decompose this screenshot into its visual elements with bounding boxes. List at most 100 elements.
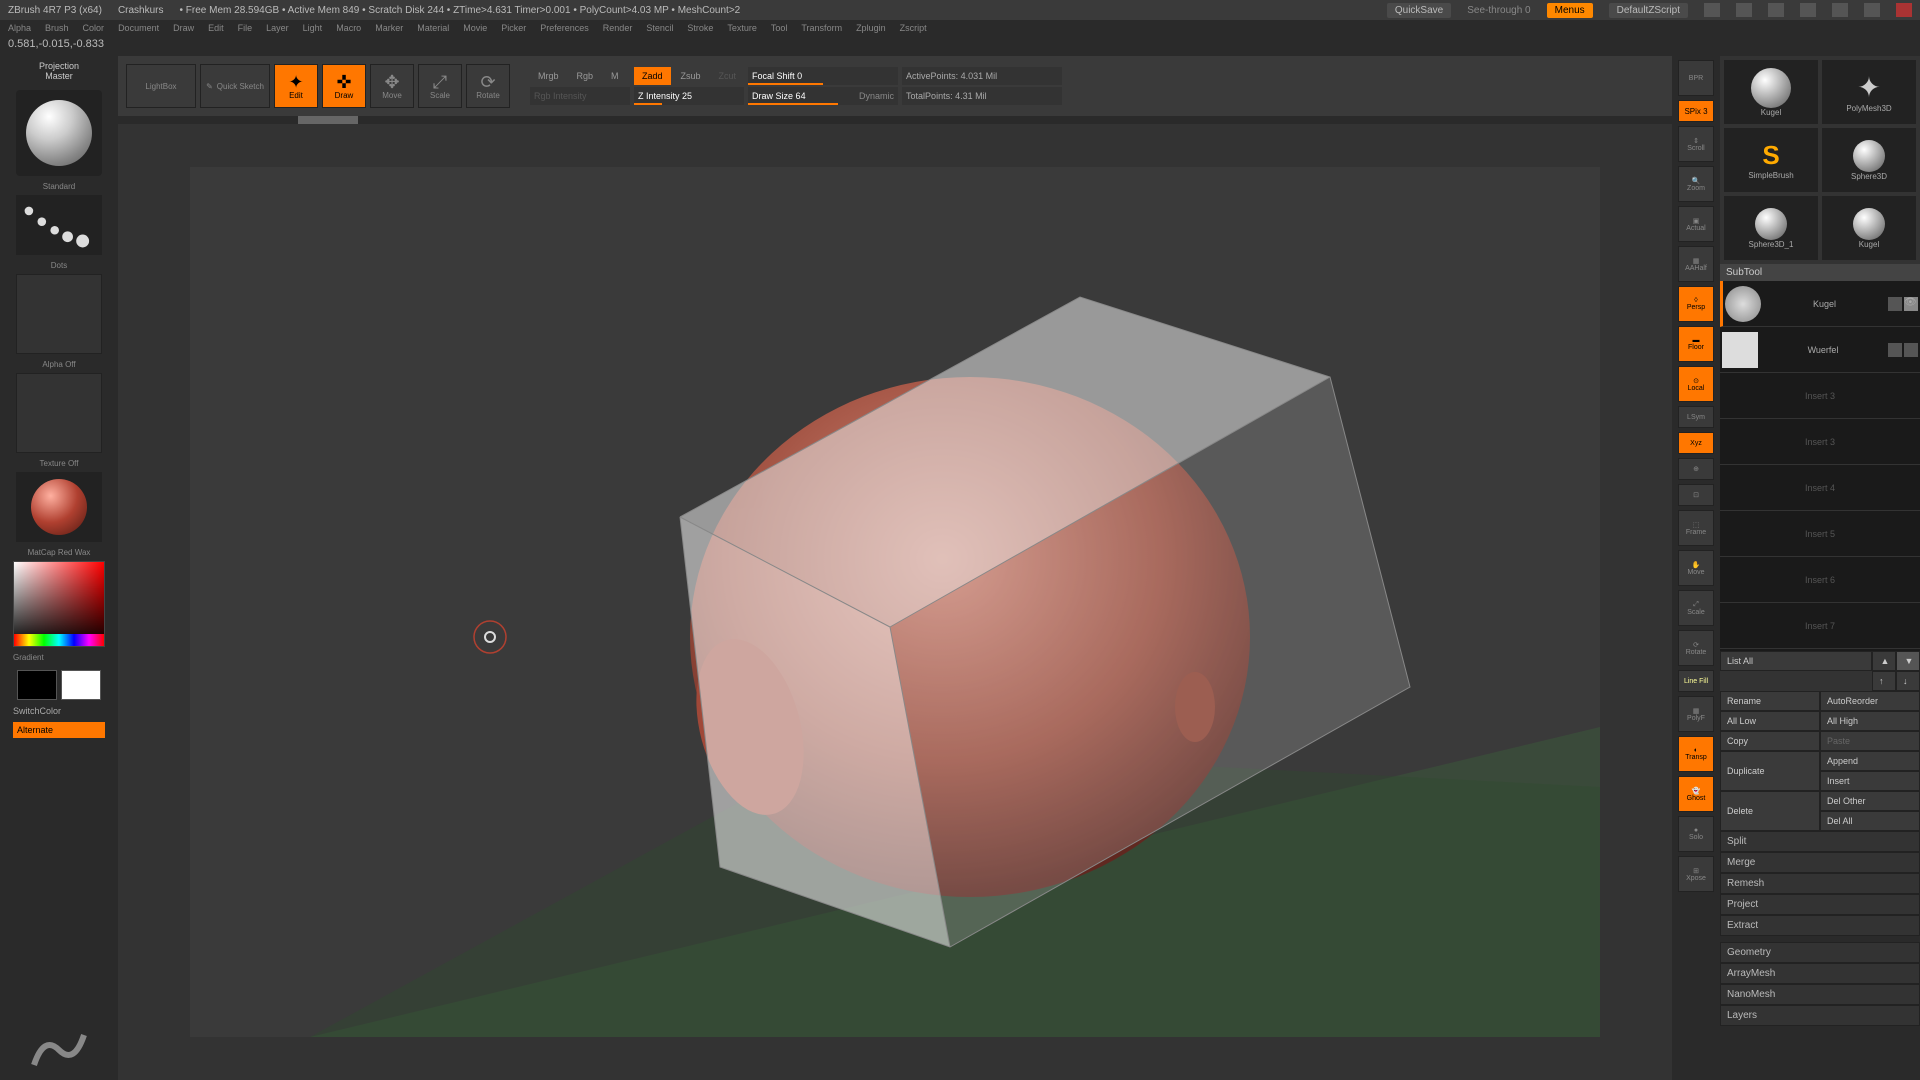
nav-rotate-button[interactable]: ⟳Rotate xyxy=(1678,630,1714,666)
rgb-intensity-slider[interactable]: Rgb Intensity xyxy=(530,87,630,105)
color-picker[interactable] xyxy=(13,561,105,647)
append-button[interactable]: Append xyxy=(1820,751,1920,771)
persp-button[interactable]: ◊Persp xyxy=(1678,286,1714,322)
delall-button[interactable]: Del All xyxy=(1820,811,1920,831)
zcut-button[interactable]: Zcut xyxy=(711,67,745,85)
gradient-label[interactable]: Gradient xyxy=(13,653,105,662)
menu-zplugin[interactable]: Zplugin xyxy=(856,23,886,33)
swatch-primary[interactable] xyxy=(61,670,101,700)
menu-tool[interactable]: Tool xyxy=(771,23,788,33)
layers-section[interactable]: Layers xyxy=(1720,1005,1920,1026)
quicksketch-button[interactable]: ✎Quick Sketch xyxy=(200,64,270,108)
menu-material[interactable]: Material xyxy=(417,23,449,33)
menu-macro[interactable]: Macro xyxy=(336,23,361,33)
zoom-button[interactable]: 🔍Zoom xyxy=(1678,166,1714,202)
subtool-empty[interactable]: Insert 4 xyxy=(1720,465,1920,511)
maximize-button[interactable] xyxy=(1864,3,1880,17)
paste-button[interactable]: Paste xyxy=(1820,731,1920,751)
menu-render[interactable]: Render xyxy=(603,23,633,33)
delother-button[interactable]: Del Other xyxy=(1820,791,1920,811)
bpr-button[interactable]: BPR xyxy=(1678,60,1714,96)
m-button[interactable]: M xyxy=(603,67,627,85)
menu-picker[interactable]: Picker xyxy=(501,23,526,33)
solo-button[interactable]: ●Solo xyxy=(1678,816,1714,852)
split-section[interactable]: Split xyxy=(1720,831,1920,852)
menu-light[interactable]: Light xyxy=(303,23,323,33)
tool-kugel-2[interactable]: Kugel xyxy=(1822,196,1916,260)
spix-slider[interactable]: SPix 3 xyxy=(1678,100,1714,122)
minimize-button[interactable] xyxy=(1832,3,1848,17)
alllow-button[interactable]: All Low xyxy=(1720,711,1820,731)
zadd-button[interactable]: Zadd xyxy=(634,67,671,85)
texture-selector[interactable] xyxy=(16,373,102,453)
subtool-kugel[interactable]: Kugel 👁 xyxy=(1720,281,1920,327)
subtool-empty[interactable]: Insert 6 xyxy=(1720,557,1920,603)
quicksave-button[interactable]: QuickSave xyxy=(1387,3,1451,18)
menus-button[interactable]: Menus xyxy=(1547,3,1593,18)
arraymesh-section[interactable]: ArrayMesh xyxy=(1720,963,1920,984)
focal-shift-slider[interactable]: Focal Shift 0 xyxy=(748,67,898,85)
move-up-icon[interactable]: ↑ xyxy=(1872,671,1896,691)
local-button[interactable]: ⊙Local xyxy=(1678,366,1714,402)
zsub-button[interactable]: Zsub xyxy=(673,67,709,85)
win-btn-1[interactable] xyxy=(1704,3,1720,17)
copy-button[interactable]: Copy xyxy=(1720,731,1820,751)
transp-button[interactable]: ◐Transp xyxy=(1678,736,1714,772)
win-btn-3[interactable] xyxy=(1768,3,1784,17)
tool-sphere3d-1[interactable]: Sphere3D_1 xyxy=(1724,196,1818,260)
material-selector[interactable] xyxy=(16,472,102,542)
menu-preferences[interactable]: Preferences xyxy=(540,23,589,33)
subtool-wuerfel[interactable]: Wuerfel xyxy=(1720,327,1920,373)
canvas-scrollbar[interactable] xyxy=(118,116,1672,124)
menu-stencil[interactable]: Stencil xyxy=(646,23,673,33)
tool-sphere3d[interactable]: Sphere3D xyxy=(1822,128,1916,192)
merge-section[interactable]: Merge xyxy=(1720,852,1920,873)
mrgb-button[interactable]: Mrgb xyxy=(530,67,567,85)
lightbox-button[interactable]: LightBox xyxy=(126,64,196,108)
listall-button[interactable]: List All xyxy=(1720,651,1872,671)
lsym-button[interactable]: LSym xyxy=(1678,406,1714,428)
menu-alpha[interactable]: Alpha xyxy=(8,23,31,33)
move-down-icon[interactable]: ↓ xyxy=(1896,671,1920,691)
alpha-selector[interactable] xyxy=(16,274,102,354)
subtool-empty[interactable]: Insert 3 xyxy=(1720,419,1920,465)
fit-button[interactable]: ⊡ xyxy=(1678,484,1714,506)
viewport[interactable] xyxy=(190,167,1600,1037)
projection-master-button[interactable]: Projection Master xyxy=(29,56,89,86)
frame-button[interactable]: ⬚Frame xyxy=(1678,510,1714,546)
aahalf-button[interactable]: ▦AAHalf xyxy=(1678,246,1714,282)
win-btn-4[interactable] xyxy=(1800,3,1816,17)
floor-button[interactable]: ▬Floor xyxy=(1678,326,1714,362)
switchcolor-button[interactable]: SwitchColor xyxy=(13,704,105,718)
subtool-header[interactable]: SubTool xyxy=(1720,264,1920,281)
nav-scale-button[interactable]: ⤢Scale xyxy=(1678,590,1714,626)
polyf-button[interactable]: ▦PolyF xyxy=(1678,696,1714,732)
rename-button[interactable]: Rename xyxy=(1720,691,1820,711)
rgb-button[interactable]: Rgb xyxy=(569,67,602,85)
menu-file[interactable]: File xyxy=(238,23,253,33)
autoreorder-button[interactable]: AutoReorder xyxy=(1820,691,1920,711)
subtool-empty[interactable]: Insert 3 xyxy=(1720,373,1920,419)
nanomesh-section[interactable]: NanoMesh xyxy=(1720,984,1920,1005)
center-button[interactable]: ⊕ xyxy=(1678,458,1714,480)
brush-selector[interactable] xyxy=(16,90,102,176)
menu-stroke[interactable]: Stroke xyxy=(687,23,713,33)
menu-color[interactable]: Color xyxy=(83,23,105,33)
vis-toggle[interactable] xyxy=(1888,297,1902,311)
win-btn-2[interactable] xyxy=(1736,3,1752,17)
geometry-section[interactable]: Geometry xyxy=(1720,942,1920,963)
menu-edit[interactable]: Edit xyxy=(208,23,224,33)
subtool-empty[interactable]: Insert 5 xyxy=(1720,511,1920,557)
seethrough-slider[interactable]: See-through 0 xyxy=(1467,5,1530,16)
swatch-secondary[interactable] xyxy=(17,670,57,700)
edit-button[interactable]: ✦Edit xyxy=(274,64,318,108)
menu-transform[interactable]: Transform xyxy=(801,23,842,33)
ghost-button[interactable]: 👻Ghost xyxy=(1678,776,1714,812)
duplicate-button[interactable]: Duplicate xyxy=(1720,751,1820,791)
close-button[interactable] xyxy=(1896,3,1912,17)
vis-toggle[interactable] xyxy=(1888,343,1902,357)
xyz-button[interactable]: Xyz xyxy=(1678,432,1714,454)
z-intensity-slider[interactable]: Z Intensity 25 xyxy=(634,87,744,105)
menu-draw[interactable]: Draw xyxy=(173,23,194,33)
default-zscript[interactable]: DefaultZScript xyxy=(1609,3,1688,18)
